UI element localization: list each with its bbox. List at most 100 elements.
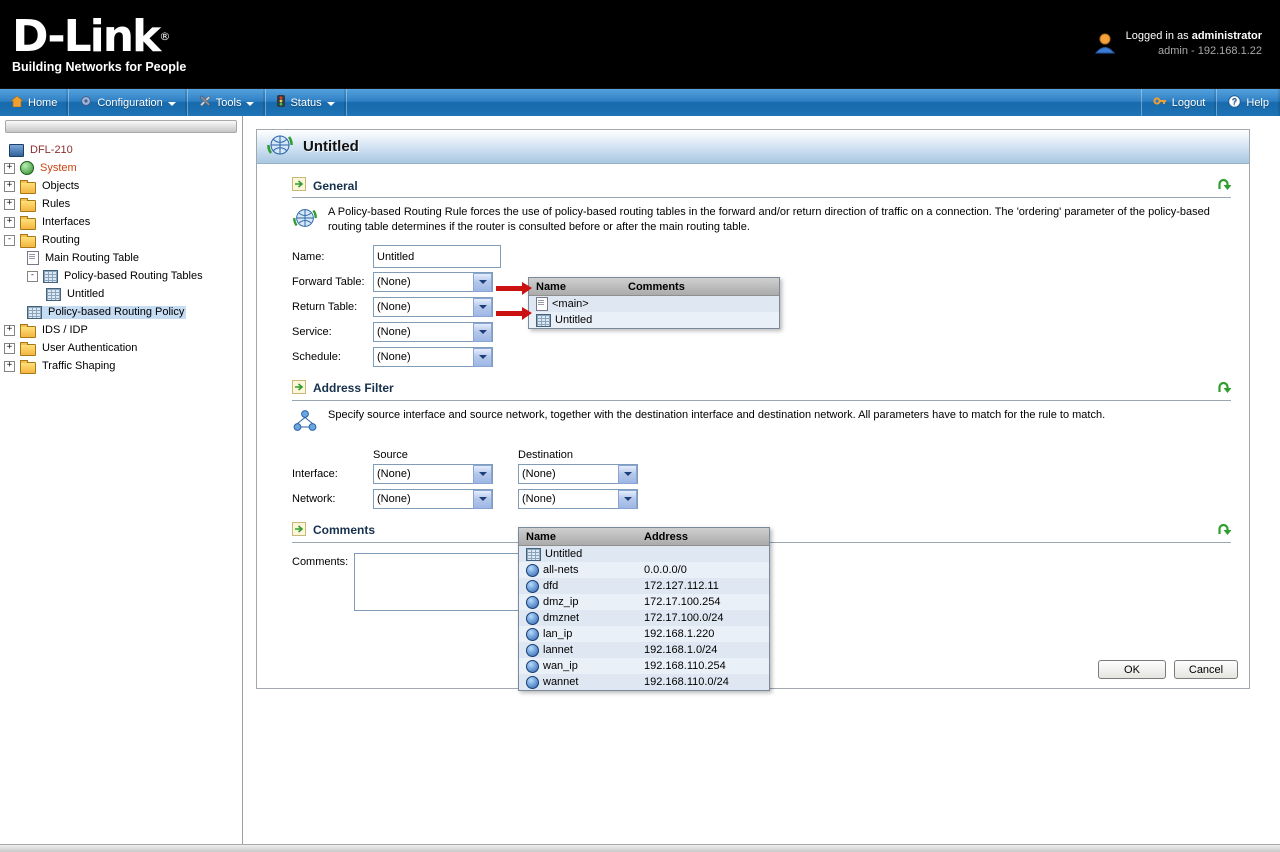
undo-section-icon[interactable]: [1216, 380, 1232, 397]
network-row-lan-ip[interactable]: lan_ip 192.168.1.220: [519, 626, 769, 642]
comments-textarea[interactable]: [354, 552, 524, 611]
network-row-dmznet[interactable]: dmznet 172.17.100.0/24: [519, 610, 769, 626]
network-row-all-nets[interactable]: all-nets 0.0.0.0/0: [519, 562, 769, 578]
sidebar-item-routing[interactable]: - Routing: [0, 231, 242, 249]
service-select[interactable]: (None): [373, 321, 493, 342]
name-label: Name:: [292, 250, 325, 263]
section-title: Comments: [313, 523, 376, 538]
sidebar-item-label: User Authentication: [42, 342, 138, 354]
status-traffic-light-icon: [277, 95, 286, 110]
sidebar-item-untitled-table[interactable]: Untitled: [0, 285, 242, 303]
nav-logout[interactable]: Logout: [1140, 89, 1217, 116]
object-icon: [526, 547, 541, 561]
expand-plus-icon[interactable]: +: [4, 360, 15, 372]
horizontal-scrollbar[interactable]: [0, 844, 1280, 852]
row-address: 172.17.100.254: [644, 596, 721, 608]
cancel-button[interactable]: Cancel: [1174, 660, 1238, 679]
expand-plus-icon[interactable]: +: [4, 162, 15, 174]
name-input[interactable]: [373, 245, 501, 269]
table-row-main[interactable]: <main>: [529, 296, 779, 312]
source-interface-dropdown[interactable]: (None): [373, 463, 493, 484]
expand-plus-icon[interactable]: +: [4, 198, 15, 210]
row-name: dmznet: [543, 612, 580, 624]
address-description-row: Specify source interface and source netw…: [292, 408, 1231, 437]
sidebar-item-rules[interactable]: + Rules: [0, 195, 242, 213]
row-name: dfd: [543, 580, 559, 592]
undo-section-icon[interactable]: [1216, 522, 1232, 539]
return-table-dropdown[interactable]: (None): [373, 296, 493, 317]
sidebar-item-label: Untitled: [67, 288, 105, 300]
network-object-icon: [526, 579, 539, 593]
nav-status[interactable]: Status: [266, 89, 347, 116]
expand-minus-icon[interactable]: -: [27, 270, 38, 282]
network-row-wan-ip[interactable]: wan_ip 192.168.110.254: [519, 658, 769, 674]
nav-help[interactable]: ? Help: [1216, 89, 1280, 116]
sidebar-item-policy-routing-policy[interactable]: Policy-based Routing Policy: [0, 303, 242, 321]
network-row-dfd[interactable]: dfd 172.127.112.11: [519, 578, 769, 594]
network-row-dmz-ip[interactable]: dmz_ip 172.17.100.254: [519, 594, 769, 610]
dest-interface-dropdown[interactable]: (None): [518, 463, 638, 484]
folder-icon: [20, 323, 36, 338]
nav-tools[interactable]: Tools: [188, 89, 267, 116]
table-row-untitled[interactable]: Untitled: [529, 312, 779, 328]
network-row-untitled[interactable]: Untitled: [519, 546, 769, 562]
source-interface-select[interactable]: (None): [373, 463, 493, 484]
login-lines: Logged in as administrator admin - 192.1…: [1126, 29, 1262, 59]
network-row: Network: (None) (None): [292, 488, 1231, 509]
expand-plus-icon[interactable]: +: [4, 342, 15, 354]
dest-network-dropdown[interactable]: (None): [518, 488, 638, 509]
chevron-down-icon: [246, 101, 255, 106]
row-name: Untitled: [545, 548, 583, 560]
forward-table-select[interactable]: (None): [373, 271, 493, 292]
expand-minus-icon[interactable]: -: [4, 234, 15, 246]
undo-section-icon[interactable]: [1216, 177, 1232, 194]
source-network-select[interactable]: (None): [373, 488, 493, 509]
chevron-down-icon: [326, 101, 335, 106]
sidebar-item-interfaces[interactable]: + Interfaces: [0, 213, 242, 231]
sidebar-item-label: Objects: [42, 180, 80, 192]
expand-plus-icon[interactable]: +: [4, 180, 15, 192]
ok-button[interactable]: OK: [1098, 660, 1166, 679]
sidebar-item-dfl210[interactable]: DFL-210: [0, 141, 242, 159]
service-dropdown[interactable]: (None): [373, 321, 493, 342]
nav-tools-label: Tools: [215, 96, 242, 109]
sidebar-item-traffic-shaping[interactable]: + Traffic Shaping: [0, 357, 242, 375]
nav-home[interactable]: Home: [0, 89, 70, 116]
network-object-icon: [526, 659, 539, 673]
forward-table-dropdown[interactable]: (None): [373, 271, 493, 292]
folder-icon: [20, 341, 36, 356]
nav-configuration[interactable]: Configuration: [69, 89, 188, 116]
tools-icon: [199, 95, 211, 110]
network-row-lannet[interactable]: lannet 192.168.1.0/24: [519, 642, 769, 658]
sidebar-resize-handle[interactable]: [5, 120, 237, 133]
content-area: DFL-210 + System + Objects + Rules + Int…: [0, 116, 1280, 852]
sidebar-item-objects[interactable]: + Objects: [0, 177, 242, 195]
dest-interface-select[interactable]: (None): [518, 463, 638, 484]
sidebar-item-label: Routing: [42, 234, 80, 246]
network-diagram-icon: [292, 408, 318, 437]
schedule-dropdown[interactable]: (None): [373, 346, 493, 367]
sidebar-tree: DFL-210 + System + Objects + Rules + Int…: [0, 116, 243, 852]
name-column-header: Name: [526, 530, 556, 543]
expand-plus-icon[interactable]: +: [4, 216, 15, 228]
sidebar-item-ids-idp[interactable]: + IDS / IDP: [0, 321, 242, 339]
sidebar-item-user-authentication[interactable]: + User Authentication: [0, 339, 242, 357]
return-table-select[interactable]: (None): [373, 296, 493, 317]
network-row-wannet[interactable]: wannet 192.168.110.0/24: [519, 674, 769, 690]
network-objects-dropdown-popup: Name Address Untitled all-nets 0.0.0.0/0…: [518, 527, 770, 691]
dest-network-select[interactable]: (None): [518, 488, 638, 509]
annotation-arrow-forward-table: [496, 282, 532, 295]
routing-table-icon: [536, 313, 551, 327]
schedule-select[interactable]: (None): [373, 346, 493, 367]
interface-label: Interface:: [292, 467, 338, 480]
sidebar-item-main-routing-table[interactable]: Main Routing Table: [0, 249, 242, 267]
sidebar-item-label: Policy-based Routing Tables: [64, 270, 203, 282]
sidebar-item-policy-routing-tables[interactable]: - Policy-based Routing Tables: [0, 267, 242, 285]
action-buttons: OK Cancel: [1098, 660, 1238, 679]
sidebar-item-system[interactable]: + System: [0, 159, 242, 177]
row-name: Untitled: [555, 314, 593, 326]
expand-plus-icon[interactable]: +: [4, 324, 15, 336]
nav-help-label: Help: [1246, 96, 1269, 109]
source-network-dropdown[interactable]: (None): [373, 488, 493, 509]
destination-column-label: Destination: [518, 448, 574, 461]
